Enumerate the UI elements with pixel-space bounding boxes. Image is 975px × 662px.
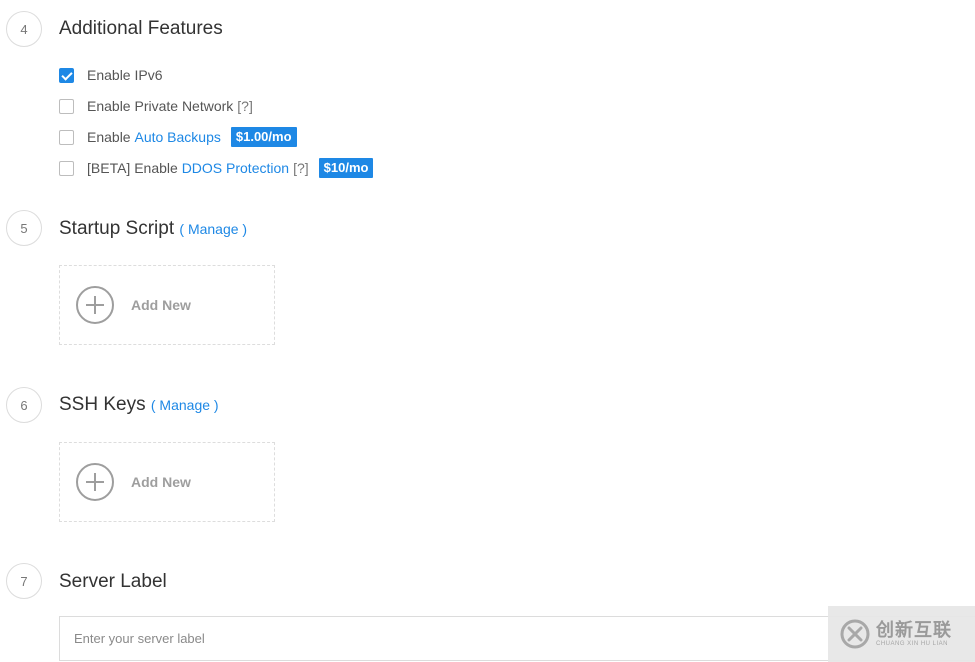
- plus-circle-icon: [76, 463, 114, 501]
- section-title-startup-script: Startup Script ( Manage ): [59, 218, 247, 240]
- option-ipv6[interactable]: Enable IPv6: [59, 66, 163, 84]
- ipv6-checkbox[interactable]: [59, 67, 74, 83]
- private-network-help[interactable]: [?]: [237, 98, 253, 114]
- private-network-label: Enable Private Network: [87, 98, 234, 114]
- ssh-keys-add-new-button[interactable]: Add New: [59, 442, 275, 522]
- step-number-7: 7: [6, 563, 42, 599]
- startup-script-title: Startup Script: [59, 218, 175, 239]
- ddos-prefix: [BETA] Enable: [87, 160, 182, 176]
- ssh-keys-title: SSH Keys: [59, 394, 146, 415]
- step-number-6: 6: [6, 387, 42, 423]
- ddos-link[interactable]: DDOS Protection: [182, 160, 289, 176]
- deploy-page: 4 Additional Features Enable IPv6 Enable…: [0, 0, 975, 662]
- auto-backups-prefix: Enable: [87, 129, 135, 145]
- section-title-ssh-keys: SSH Keys ( Manage ): [59, 394, 219, 416]
- private-network-checkbox[interactable]: [59, 98, 74, 114]
- watermark-brand-cn: 创新互联: [876, 620, 952, 640]
- ddos-help[interactable]: [?]: [293, 160, 309, 176]
- auto-backups-checkbox[interactable]: [59, 129, 74, 145]
- watermark-brand-en: CHUANG XIN HU LIAN: [876, 641, 949, 647]
- ipv6-label: Enable IPv6: [87, 67, 163, 83]
- option-auto-backups[interactable]: Enable Auto Backups $1.00/mo: [59, 127, 297, 147]
- brand-logo-icon: [840, 619, 870, 649]
- option-private-network[interactable]: Enable Private Network [?]: [59, 97, 253, 115]
- step-number-5: 5: [6, 210, 42, 246]
- ssh-keys-add-new-label: Add New: [131, 474, 191, 490]
- auto-backups-price-badge: $1.00/mo: [230, 127, 297, 147]
- section-title-additional-features: Additional Features: [59, 18, 223, 39]
- startup-script-add-new-label: Add New: [131, 297, 191, 313]
- ddos-price-badge: $10/mo: [318, 158, 374, 178]
- option-ddos-protection[interactable]: [BETA] Enable DDOS Protection [?] $10/mo: [59, 158, 374, 178]
- ssh-keys-manage-link[interactable]: ( Manage ): [151, 397, 219, 413]
- step-number-4: 4: [6, 11, 42, 47]
- section-title-server-label: Server Label: [59, 571, 167, 592]
- ddos-checkbox[interactable]: [59, 160, 74, 176]
- auto-backups-link[interactable]: Auto Backups: [134, 129, 220, 145]
- plus-circle-icon: [76, 286, 114, 324]
- startup-script-manage-link[interactable]: ( Manage ): [179, 221, 247, 237]
- startup-script-add-new-button[interactable]: Add New: [59, 265, 275, 345]
- brand-watermark: 创新互联 CHUANG XIN HU LIAN: [828, 606, 975, 662]
